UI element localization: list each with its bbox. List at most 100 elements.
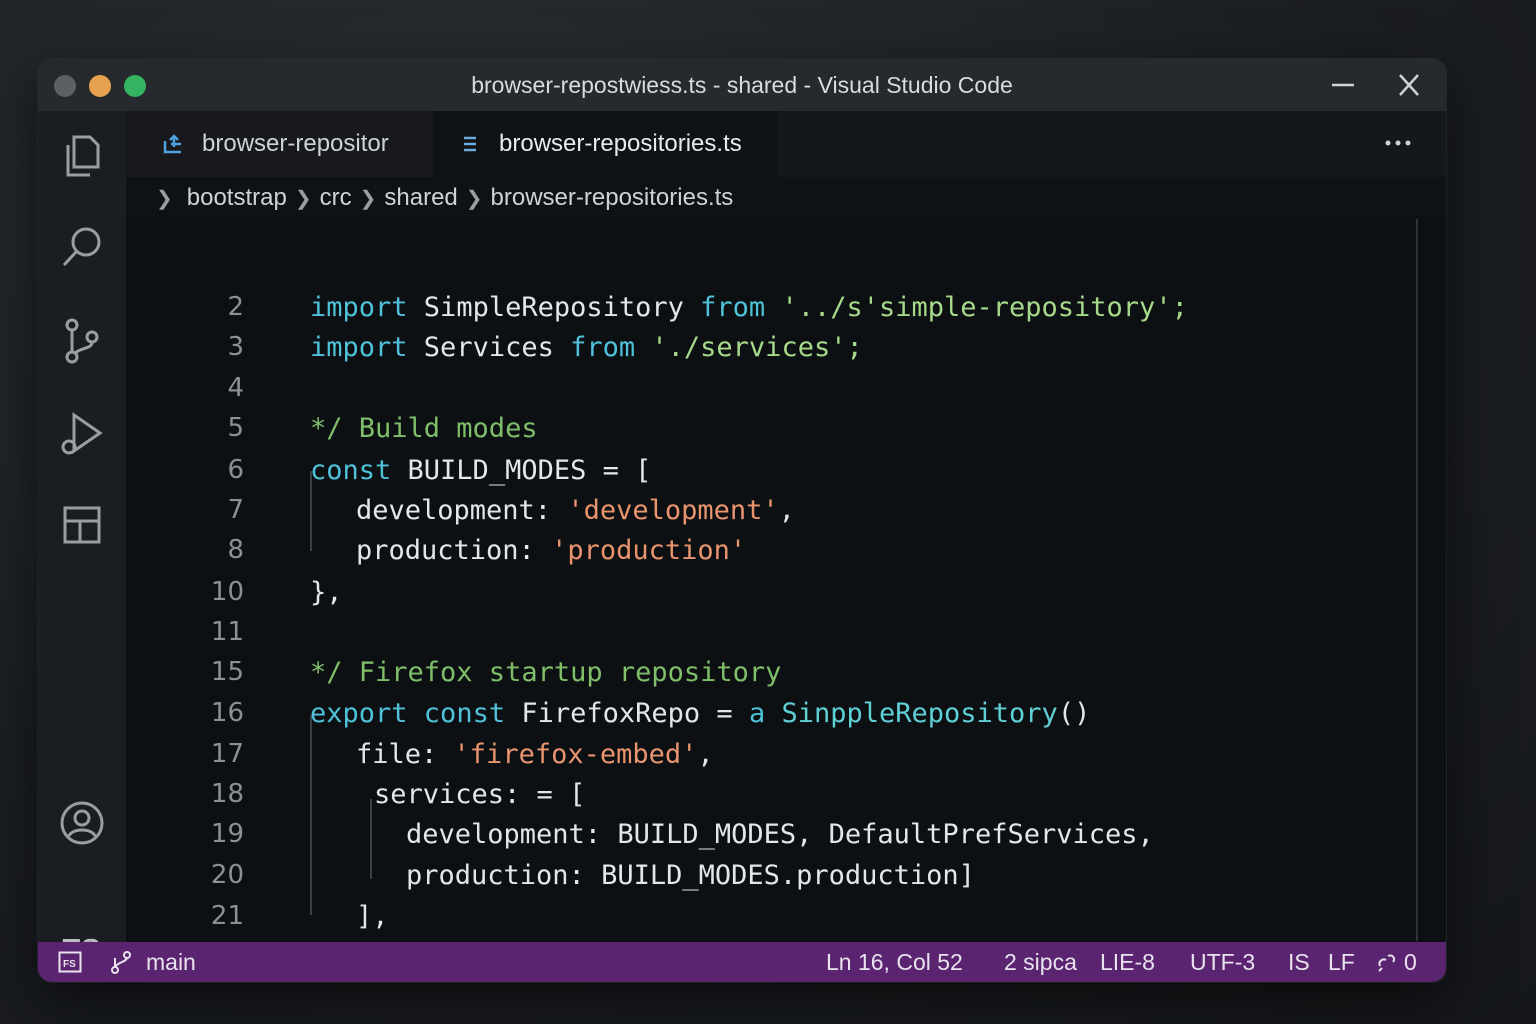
- source-control-icon[interactable]: [58, 317, 106, 365]
- chevron-right-icon: ❯: [359, 187, 377, 210]
- search-icon[interactable]: [58, 223, 106, 271]
- chevron-right-icon: ❯: [294, 187, 312, 210]
- line-number: 18: [210, 779, 244, 809]
- code-editor[interactable]: 2 import SimpleRepository from '../s'sim…: [126, 219, 1446, 972]
- window-title: browser-repostwiess.ts - shared - Visual…: [471, 72, 1013, 98]
- code-line: 21 ],: [126, 896, 1446, 936]
- more-actions-icon[interactable]: [1384, 135, 1412, 151]
- token: import: [310, 331, 408, 363]
- line-number: 3: [227, 332, 244, 362]
- code-line: 17 file: 'firefox-embed',: [126, 734, 1446, 774]
- code-line: 2 import SimpleRepository from '../s'sim…: [126, 287, 1446, 327]
- breadcrumb-item[interactable]: shared: [384, 184, 457, 212]
- line-number: 20: [210, 860, 244, 890]
- code-line: 4: [126, 368, 1446, 408]
- tab-browser-repositories[interactable]: browser-repositories.ts: [433, 111, 778, 177]
- token: FirefoxRepo =: [505, 697, 749, 729]
- code-line: 15 */ Firefox startup repository: [126, 652, 1446, 692]
- close-icon[interactable]: [1394, 71, 1424, 99]
- breadcrumb-item[interactable]: crc: [320, 184, 352, 212]
- file-upload-icon: [162, 133, 184, 155]
- line-number: 10: [210, 577, 244, 607]
- cursor-position[interactable]: Ln 16, Col 52: [826, 942, 963, 982]
- code-line: 19 development: BUILD_MODES, DefaultPref…: [126, 814, 1446, 854]
- token: (): [1057, 697, 1091, 729]
- token: ],: [356, 900, 389, 932]
- line-number: 17: [210, 739, 244, 769]
- chevron-right-icon: ❯: [465, 187, 483, 210]
- remote-fs-icon[interactable]: FS: [58, 951, 82, 973]
- code-line: 5 */ Build modes: [126, 408, 1446, 448]
- minimize-icon[interactable]: [1328, 71, 1358, 99]
- breadcrumb-item[interactable]: browser-repositories.ts: [491, 184, 734, 212]
- notifications-icon[interactable]: [1376, 952, 1398, 972]
- line-number: 15: [210, 657, 244, 687]
- token: services: = [: [374, 778, 586, 810]
- language-mode[interactable]: IS: [1288, 942, 1310, 982]
- token: production:: [356, 534, 552, 566]
- token: a: [748, 697, 766, 729]
- line-number: 8: [227, 535, 244, 565]
- accounts-icon[interactable]: [58, 799, 106, 847]
- line-number: 19: [210, 819, 244, 849]
- code-line: 3 import Services from './services';: [126, 327, 1446, 367]
- tab-label: browser-repositor: [202, 130, 389, 157]
- token: './services';: [635, 331, 863, 363]
- run-debug-icon[interactable]: [58, 409, 106, 457]
- line-number: 7: [227, 495, 244, 525]
- tab-bar: browser-repositor browser-repositories.t…: [126, 111, 1446, 177]
- token: const: [310, 454, 392, 486]
- token: production: BUILD_MODES.production]: [406, 859, 975, 891]
- token: SimpleRepository: [407, 291, 701, 323]
- token: '../s'simple-repository';: [765, 291, 1188, 323]
- code-line: 8 production: 'production': [126, 530, 1446, 570]
- line-number: 2: [227, 292, 244, 322]
- token: 'development': [567, 494, 779, 526]
- code-line: 16 export const FirefoxRepo = a SinppleR…: [126, 693, 1446, 733]
- token: ,: [778, 494, 795, 526]
- line-number: 6: [227, 455, 244, 485]
- chevron-right-icon: ❯: [156, 187, 173, 210]
- token: const: [407, 697, 506, 729]
- code-line: 6 const BUILD_MODES = [: [126, 450, 1446, 490]
- breadcrumb-item[interactable]: bootstrap: [187, 184, 287, 212]
- token: 'firefox-embed': [453, 738, 698, 770]
- git-branch-icon: [111, 951, 131, 974]
- branch-name[interactable]: main: [146, 942, 196, 982]
- code-line: 10 },: [126, 572, 1446, 612]
- line-number: 16: [210, 698, 244, 728]
- title-bar: browser-repostwiess.ts - shared - Visual…: [38, 59, 1446, 111]
- encoding-a[interactable]: LIE-8: [1100, 942, 1155, 982]
- explorer-icon[interactable]: [58, 131, 106, 179]
- breadcrumb: ❯ bootstrap ❯ crc ❯ shared ❯ browser-rep…: [126, 177, 1446, 219]
- text-file-icon: [459, 133, 481, 155]
- line-number: 21: [210, 901, 244, 931]
- code-line: 20 production: BUILD_MODES.production]: [126, 855, 1446, 895]
- code-line: 18 services: = [: [126, 774, 1446, 814]
- code-line: 7 development: 'development',: [126, 490, 1446, 530]
- token: from: [700, 291, 766, 323]
- token: import: [310, 291, 408, 323]
- svg-text:FS: FS: [63, 959, 76, 970]
- encoding-b[interactable]: UTF-3: [1190, 942, 1255, 982]
- tab-browser-repositor[interactable]: browser-repositor: [126, 111, 431, 177]
- vscode-window: browser-repostwiess.ts - shared - Visual…: [38, 59, 1446, 982]
- token: 'production': [551, 534, 747, 566]
- line-number: 4: [227, 373, 244, 403]
- extensions-icon[interactable]: [58, 501, 106, 549]
- comment-token: */ Firefox startup repository: [310, 656, 782, 688]
- token: },: [310, 576, 343, 608]
- line-number: 5: [227, 413, 244, 443]
- token: export: [310, 697, 408, 729]
- token: BUILD_MODES = [: [391, 454, 652, 486]
- token: Services: [407, 331, 571, 363]
- code-line: 11: [126, 612, 1446, 652]
- token: ,: [697, 738, 714, 770]
- comment-token: */ Build modes: [310, 412, 538, 444]
- tab-label: browser-repositories.ts: [499, 130, 742, 157]
- token: development: BUILD_MODES, DefaultPrefSer…: [406, 818, 1154, 850]
- indentation-setting[interactable]: 2 sipca: [1004, 942, 1082, 982]
- notification-count[interactable]: 0: [1404, 942, 1417, 982]
- token: from: [570, 331, 636, 363]
- end-of-line[interactable]: LF: [1328, 942, 1355, 982]
